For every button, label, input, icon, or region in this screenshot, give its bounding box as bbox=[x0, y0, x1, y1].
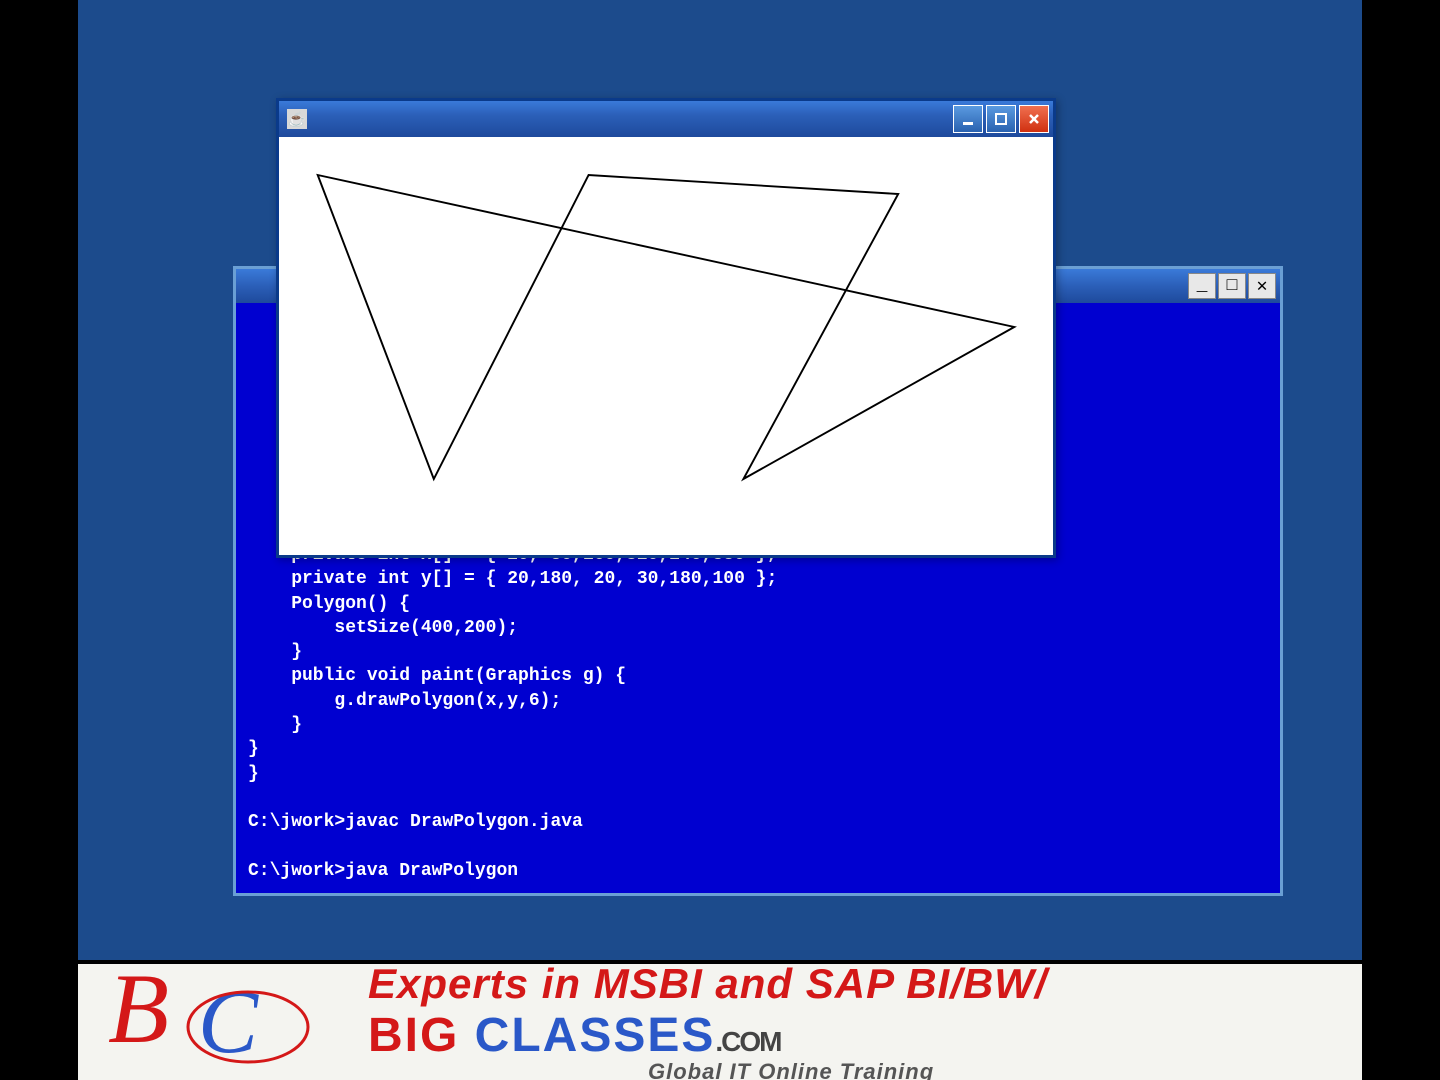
brand-big: BIG bbox=[368, 1009, 475, 1062]
polygon-canvas bbox=[279, 137, 1053, 555]
applet-window-controls bbox=[953, 105, 1049, 133]
cmd-run-line: C:\jwork>java DrawPolygon bbox=[248, 861, 518, 881]
brand-classes: CLASSES bbox=[475, 1009, 716, 1062]
banner-logo: B C bbox=[78, 967, 358, 1077]
cmd-maximize-button[interactable]: □ bbox=[1218, 273, 1246, 299]
applet-maximize-button[interactable] bbox=[986, 105, 1016, 133]
brand-dotcom: .COM bbox=[715, 1026, 780, 1057]
desktop-background: _ □ ✕ private int x[] = { 20, 80,160,320… bbox=[78, 0, 1362, 960]
close-icon bbox=[1027, 112, 1041, 126]
cmd-window-controls: _ □ ✕ bbox=[1188, 273, 1276, 299]
applet-titlebar[interactable]: ☕ bbox=[279, 101, 1053, 137]
banner-tagline: Global IT Online Training bbox=[648, 1059, 1362, 1080]
minimize-icon bbox=[961, 112, 975, 126]
applet-close-button[interactable] bbox=[1019, 105, 1049, 133]
cmd-code-text: private int x[] = { 20, 80,160,320,240,3… bbox=[248, 545, 777, 784]
logo-b-icon: B bbox=[108, 967, 169, 1064]
applet-minimize-button[interactable] bbox=[953, 105, 983, 133]
banner-headline: Experts in MSBI and SAP BI/BW/ bbox=[368, 960, 1362, 1008]
cmd-compile-line: C:\jwork>javac DrawPolygon.java bbox=[248, 812, 583, 832]
cmd-close-button[interactable]: ✕ bbox=[1248, 273, 1276, 299]
banner-text-block: Experts in MSBI and SAP BI/BW/ BIG CLASS… bbox=[358, 960, 1362, 1080]
banner-brand: BIG CLASSES.COM bbox=[368, 1008, 1362, 1063]
logo-c-icon: C bbox=[198, 973, 259, 1072]
ad-banner: B C Experts in MSBI and SAP BI/BW/ BIG C… bbox=[78, 960, 1362, 1080]
java-icon: ☕ bbox=[287, 109, 307, 129]
cmd-minimize-button[interactable]: _ bbox=[1188, 273, 1216, 299]
drawn-polygon bbox=[318, 175, 1015, 479]
maximize-icon bbox=[994, 112, 1008, 126]
java-applet-window: ☕ bbox=[276, 98, 1056, 558]
